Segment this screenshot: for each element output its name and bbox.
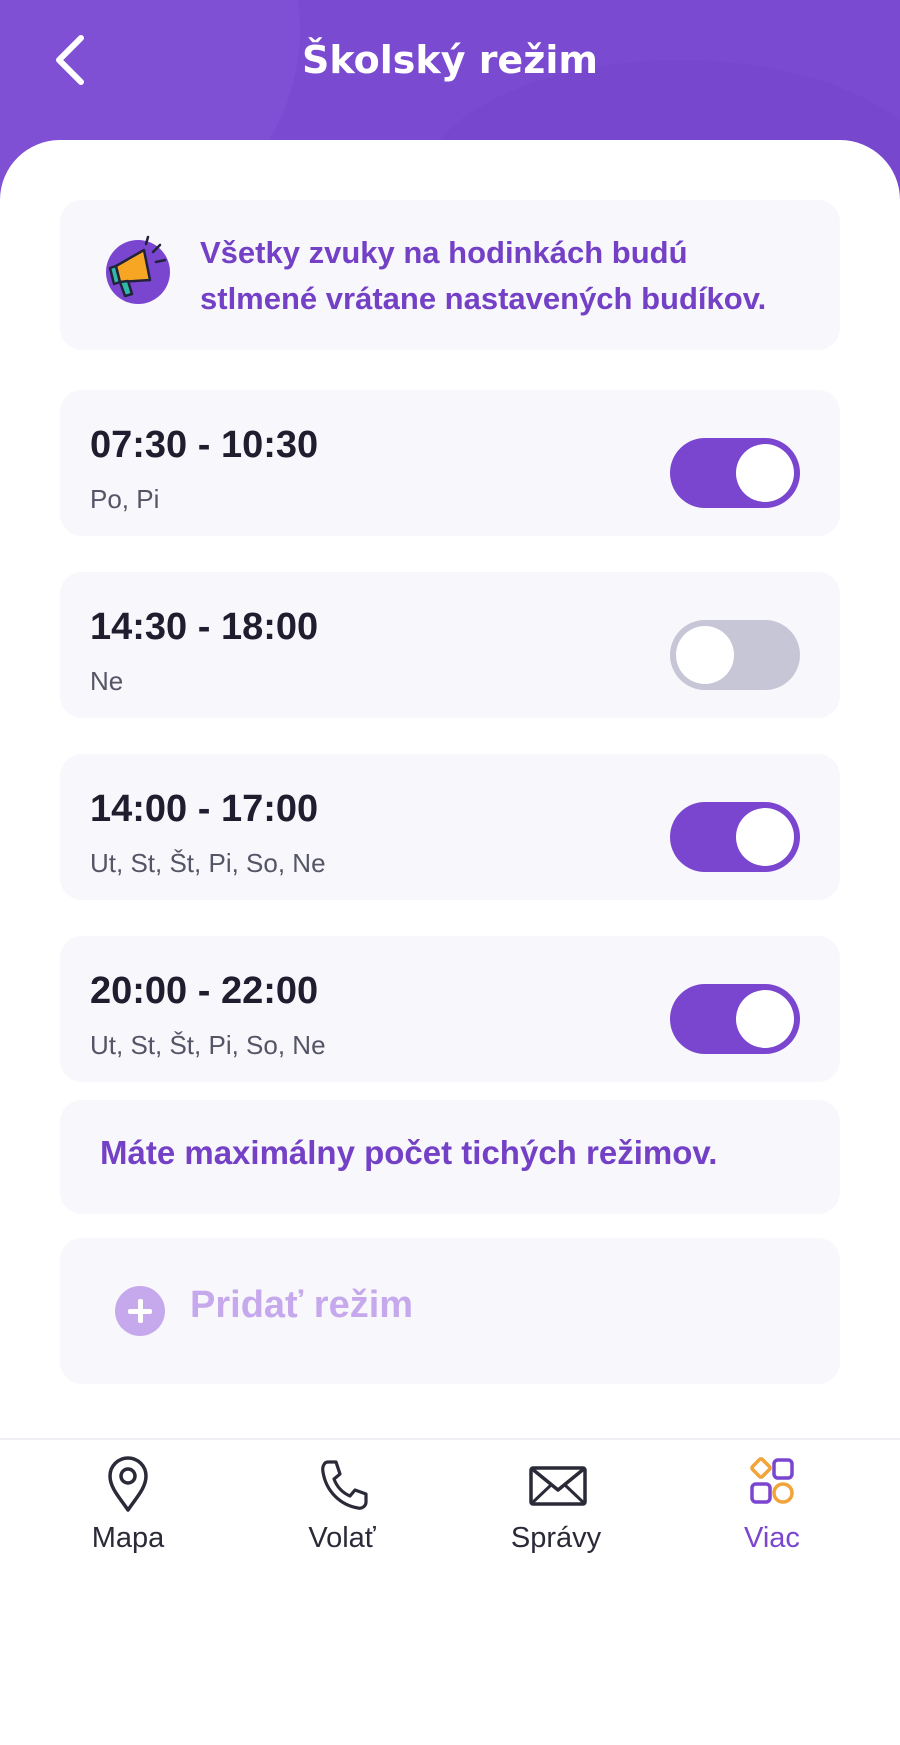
tab-label: Správy [510, 1522, 602, 1554]
schedule-days: Po, Pi [90, 484, 160, 514]
schedule-card[interactable]: 07:30 - 10:30 Po, Pi [60, 390, 840, 536]
schedule-days: Ut, St, Št, Pi, So, Ne [90, 1030, 326, 1060]
schedule-toggle[interactable] [670, 802, 800, 872]
megaphone-icon [106, 235, 170, 304]
tab-label: Volať [308, 1522, 376, 1554]
info-text-line: Všetky zvuky na hodinkách budú [200, 235, 688, 270]
add-mode-label: Pridať režim [190, 1284, 414, 1326]
map-pin-icon [108, 1456, 148, 1512]
info-card: Všetky zvuky na hodinkách budú stlmené v… [60, 200, 840, 350]
tab-label: Viac [744, 1522, 800, 1554]
limit-notice-card: Máte maximálny počet tichých režimov. [60, 1100, 840, 1214]
toggle-knob [736, 444, 794, 502]
schedule-card[interactable]: 20:00 - 22:00 Ut, St, Št, Pi, So, Ne [60, 936, 840, 1082]
schedule-toggle[interactable] [670, 620, 800, 690]
info-text: Všetky zvuky na hodinkách budú stlmené v… [200, 230, 820, 322]
schedule-toggle[interactable] [670, 984, 800, 1054]
apps-grid-icon [750, 1457, 794, 1504]
schedule-time: 14:00 - 17:00 [90, 788, 319, 830]
phone-icon [321, 1460, 368, 1510]
tab-viac[interactable]: Viac [672, 1440, 872, 1607]
schedule-time: 14:30 - 18:00 [90, 606, 319, 648]
schedule-days: Ut, St, Št, Pi, So, Ne [90, 848, 326, 878]
content-sheet: Všetky zvuky na hodinkách budú stlmené v… [0, 140, 900, 1745]
bottom-tab-bar: Mapa Volať Správy Viac [0, 1438, 900, 1605]
schedule-card[interactable]: 14:00 - 17:00 Ut, St, Št, Pi, So, Ne [60, 754, 840, 900]
toggle-knob [676, 626, 734, 684]
page-title: Školský režim [302, 38, 598, 82]
plus-circle-icon [115, 1286, 165, 1336]
limit-notice-text: Máte maximálny počet tichých režimov. [100, 1134, 718, 1171]
schedule-card[interactable]: 14:30 - 18:00 Ne [60, 572, 840, 718]
tab-mapa[interactable]: Mapa [28, 1440, 228, 1607]
toggle-knob [736, 808, 794, 866]
schedule-toggle[interactable] [670, 438, 800, 508]
add-mode-button[interactable]: Pridať režim [60, 1238, 840, 1384]
schedule-time: 20:00 - 22:00 [90, 970, 319, 1012]
schedule-days: Ne [90, 666, 124, 696]
envelope-icon [529, 1466, 587, 1506]
schedule-time: 07:30 - 10:30 [90, 424, 319, 466]
info-text-line: stlmené vrátane nastavených budíkov. [200, 281, 767, 316]
tab-volat[interactable]: Volať [242, 1440, 442, 1607]
tab-spravy[interactable]: Správy [456, 1440, 656, 1607]
tab-label: Mapa [91, 1522, 165, 1554]
toggle-knob [736, 990, 794, 1048]
